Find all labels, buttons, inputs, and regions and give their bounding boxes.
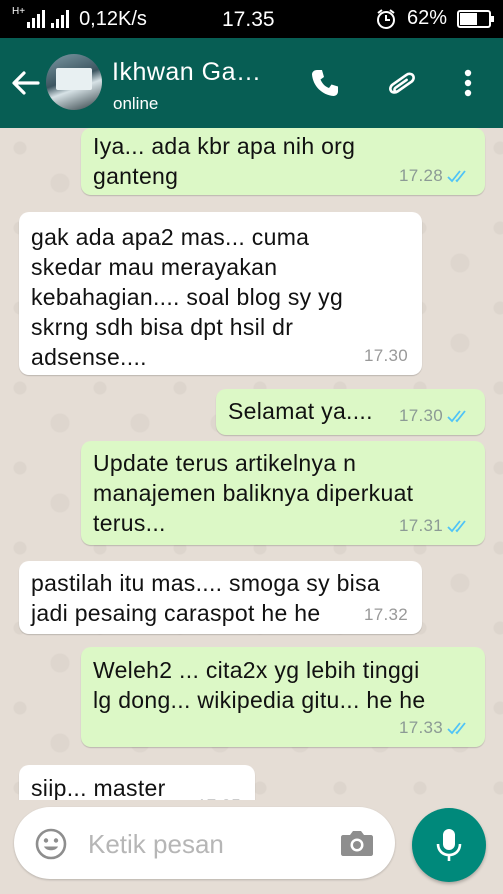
emoji-icon[interactable] xyxy=(34,827,68,861)
read-receipt-icon xyxy=(447,170,466,183)
message-text: Weleh2 ... cita2x yg lebih tinggi lg don… xyxy=(93,657,426,713)
chat-header: Ikhwan Ga… online xyxy=(0,38,503,128)
network-speed: 0,12K/s xyxy=(79,7,147,30)
network-type-label: H+ xyxy=(12,6,26,17)
paperclip-icon[interactable] xyxy=(384,66,418,100)
status-bar: H+ 0,12K/s 17.35 62% xyxy=(0,0,503,38)
read-receipt-icon xyxy=(447,722,466,735)
message-time: 17.35 xyxy=(197,791,241,800)
message-bubble[interactable]: Selamat ya.... 17.30 xyxy=(216,389,485,435)
message-meta: 17.32 xyxy=(364,600,408,630)
message-time: 17.33 xyxy=(398,718,443,737)
wifi-signal-icon xyxy=(51,10,70,28)
read-receipt-icon xyxy=(447,410,466,423)
message-bubble[interactable]: pastilah itu mas.... smoga sy bisa jadi … xyxy=(19,561,422,634)
message-meta: 17.35 xyxy=(197,791,241,800)
mic-icon xyxy=(436,829,462,861)
message-meta: 17.30 xyxy=(399,401,471,431)
read-receipt-icon xyxy=(447,520,466,533)
message-meta: 17.31 xyxy=(399,511,471,541)
message-time: 17.31 xyxy=(398,516,443,535)
message-text: pastilah itu mas.... smoga sy bisa jadi … xyxy=(31,570,380,626)
phone-icon[interactable] xyxy=(308,66,342,100)
message-bubble[interactable]: gak ada apa2 mas... cuma skedar mau mera… xyxy=(19,212,422,375)
message-bubble[interactable]: Update terus artikelnya n manajemen bali… xyxy=(81,441,485,545)
contact-name[interactable]: Ikhwan Ga… xyxy=(112,58,287,87)
signal-strength-icon xyxy=(27,10,46,28)
clock: 17.35 xyxy=(222,8,275,31)
message-time: 17.30 xyxy=(398,406,443,425)
message-bubble[interactable]: Iya... ada kbr apa nih org ganteng 17.28 xyxy=(81,128,485,195)
message-meta: 17.28 xyxy=(399,161,471,191)
message-text: gak ada apa2 mas... cuma skedar mau mera… xyxy=(31,224,344,370)
message-input[interactable] xyxy=(88,827,328,861)
message-bubble[interactable]: Weleh2 ... cita2x yg lebih tinggi lg don… xyxy=(81,647,485,747)
alarm-icon xyxy=(376,8,395,29)
more-vert-icon[interactable] xyxy=(451,66,485,100)
battery-fill xyxy=(460,12,478,25)
message-time: 17.32 xyxy=(363,605,408,624)
message-composer xyxy=(14,807,395,879)
mic-button[interactable] xyxy=(412,808,486,882)
contact-presence: online xyxy=(113,94,159,113)
battery-icon xyxy=(457,9,494,28)
message-meta: 17.33 xyxy=(399,713,471,743)
message-meta: 17.30 xyxy=(364,341,408,371)
message-time: 17.28 xyxy=(398,166,443,185)
camera-icon[interactable] xyxy=(339,827,375,859)
battery-percent: 62% xyxy=(406,7,447,29)
contact-avatar[interactable] xyxy=(46,54,102,110)
message-bubble[interactable]: siip... master 17.35 xyxy=(19,765,255,800)
back-arrow-icon[interactable] xyxy=(8,66,42,100)
message-time: 17.30 xyxy=(363,346,408,365)
message-list[interactable]: Iya... ada kbr apa nih org ganteng 17.28… xyxy=(0,128,503,800)
